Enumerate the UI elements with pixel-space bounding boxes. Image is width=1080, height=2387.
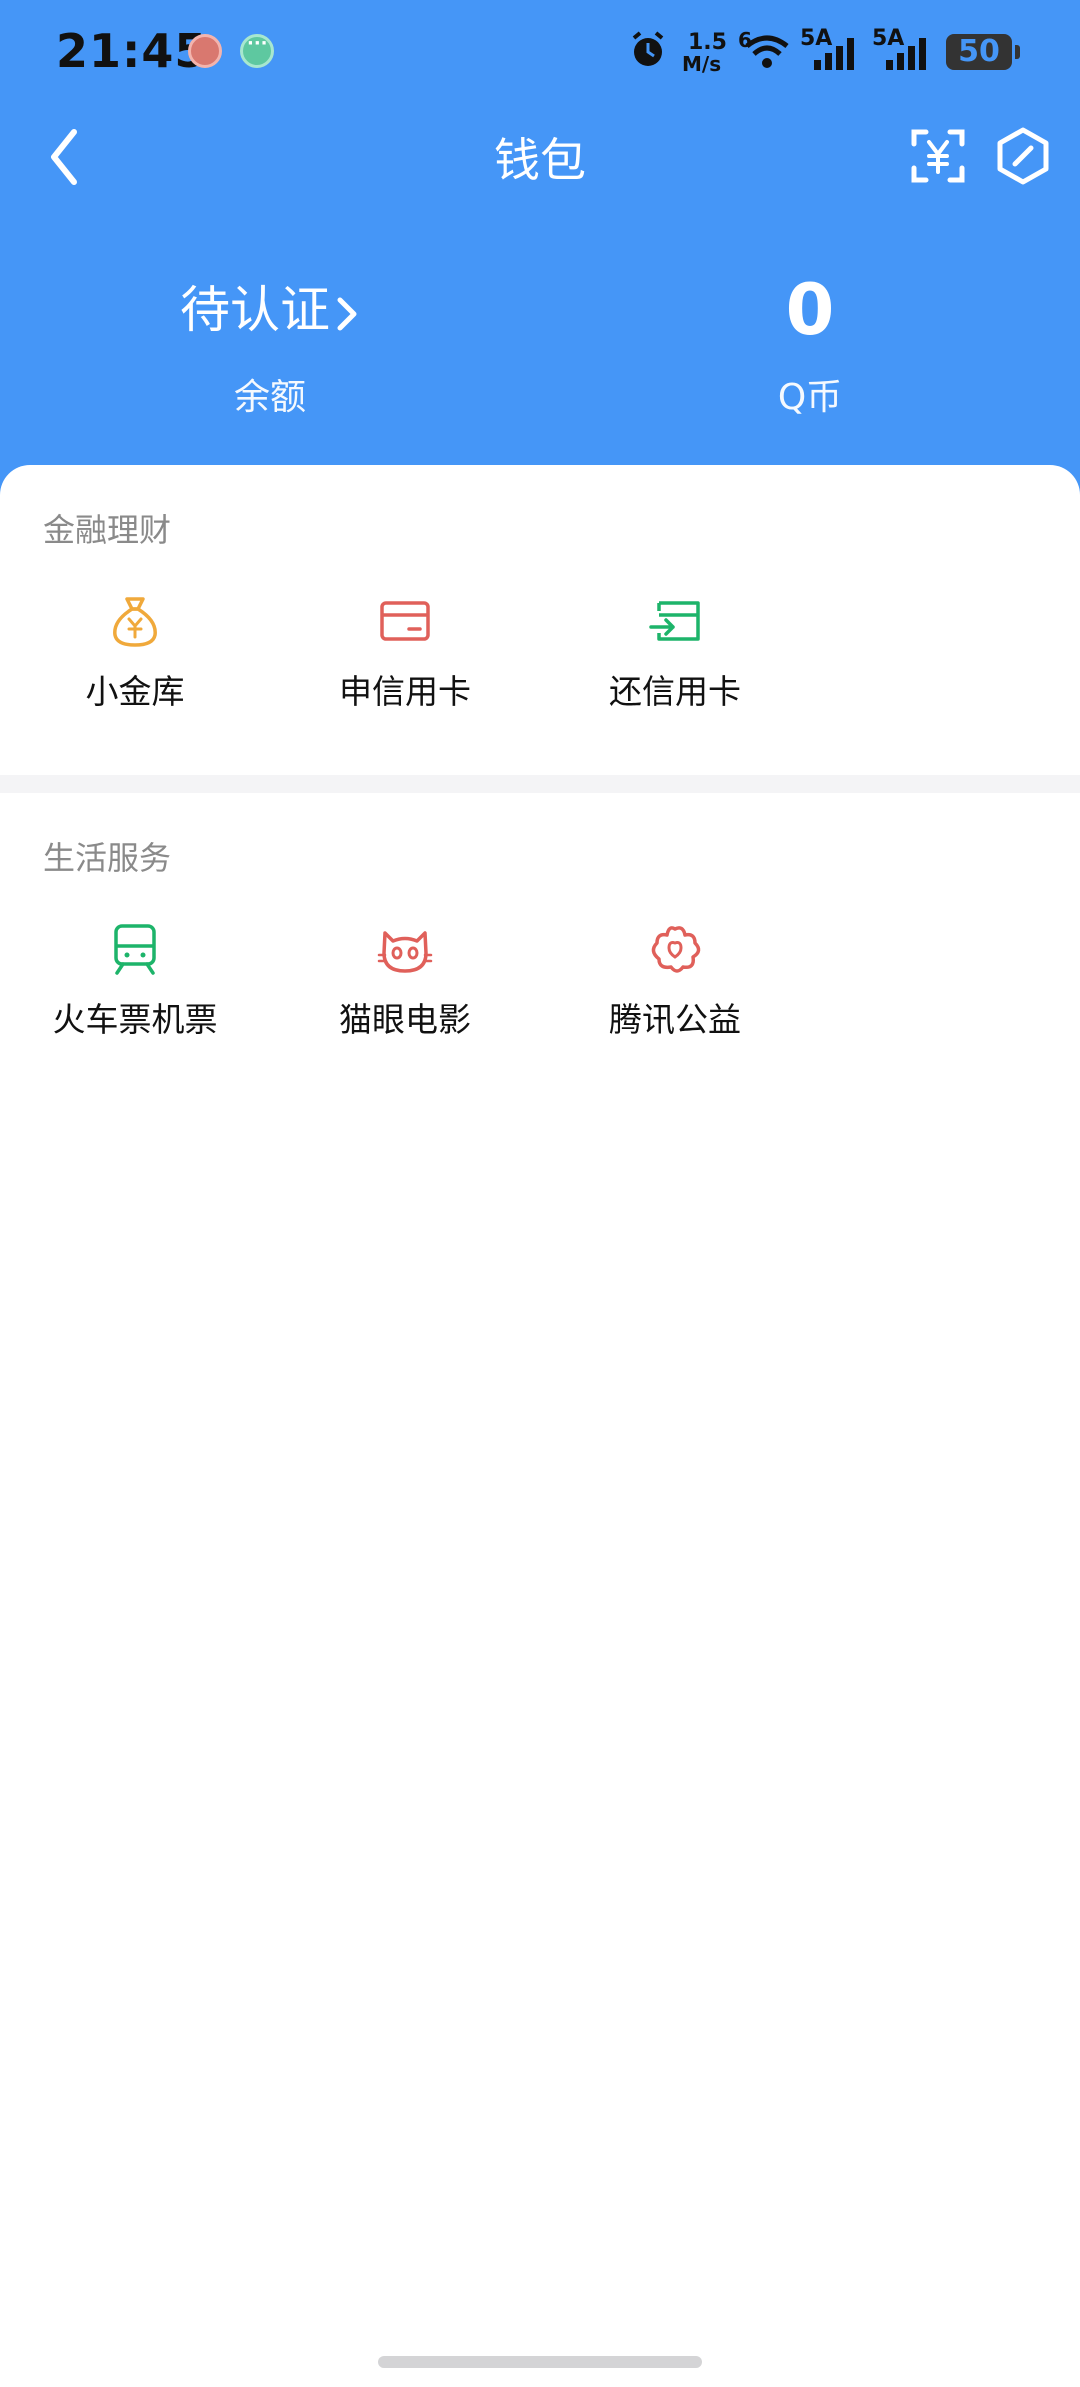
- qcoin-value: 0: [785, 269, 835, 351]
- balance-label: 余额: [233, 377, 306, 418]
- app-notification-icon: [188, 34, 222, 68]
- net-speed-unit: M/s: [682, 52, 722, 76]
- grid-item-label: 腾讯公益: [609, 1000, 741, 1039]
- message-notification-icon: [240, 33, 274, 68]
- flower-icon: [651, 926, 701, 973]
- grid-item-maoyan-movie[interactable]: 猫眼电影: [270, 921, 540, 1061]
- wifi-icon: [745, 35, 789, 68]
- money-bag-icon: [113, 597, 157, 647]
- home-indicator[interactable]: [378, 2356, 702, 2368]
- finance-section-title: 金融理财: [43, 511, 172, 549]
- signal-2-icon: [886, 38, 926, 70]
- status-bar: 21:45 1.5 M/s 6 5A 5A 50: [0, 0, 1080, 104]
- cat-icon: [377, 931, 433, 973]
- grid-item-label: 火车票机票: [52, 1000, 218, 1039]
- grid-item-repay-credit-card[interactable]: 还信用卡: [540, 593, 810, 733]
- grid-item-train-flight-tickets[interactable]: 火车票机票: [0, 921, 270, 1061]
- grid-item-label: 申信用卡: [339, 672, 471, 711]
- card-repay-icon: [649, 601, 700, 641]
- balance-section[interactable]: 待认证 余额: [0, 270, 540, 420]
- alarm-icon: [632, 31, 664, 66]
- grid-item-apply-credit-card[interactable]: 申信用卡: [270, 593, 540, 733]
- credit-card-icon: [380, 601, 430, 641]
- battery-indicator: 50: [946, 34, 1020, 70]
- finance-panel: 金融理财 小金库 申信用卡 还信用卡: [0, 465, 1080, 775]
- life-services-panel: 生活服务 火车票机票 猫眼电影 腾讯公益: [0, 793, 1080, 1093]
- qcoin-section[interactable]: 0 Q币: [540, 270, 1080, 420]
- qcoin-label: Q币: [777, 377, 843, 418]
- balance-status: 待认证: [180, 281, 330, 339]
- status-time: 21:45: [56, 24, 208, 78]
- grid-item-label: 猫眼电影: [339, 1000, 471, 1039]
- signal-1-icon: [814, 38, 854, 70]
- chevron-right-icon: [337, 297, 357, 330]
- grid-item-tencent-charity[interactable]: 腾讯公益: [540, 921, 810, 1061]
- balance-verify-link[interactable]: 待认证: [0, 270, 540, 350]
- grid-item-xiaojinku[interactable]: 小金库: [0, 593, 270, 733]
- life-section-title: 生活服务: [43, 839, 172, 877]
- grid-item-label: 还信用卡: [609, 672, 741, 711]
- train-icon: [114, 924, 156, 975]
- grid-item-label: 小金库: [85, 672, 185, 711]
- section-divider: [0, 775, 1080, 793]
- settings-hexagon-icon[interactable]: [995, 126, 1051, 186]
- scan-pay-icon[interactable]: [910, 128, 966, 184]
- net-speed-value: 1.5: [688, 30, 727, 55]
